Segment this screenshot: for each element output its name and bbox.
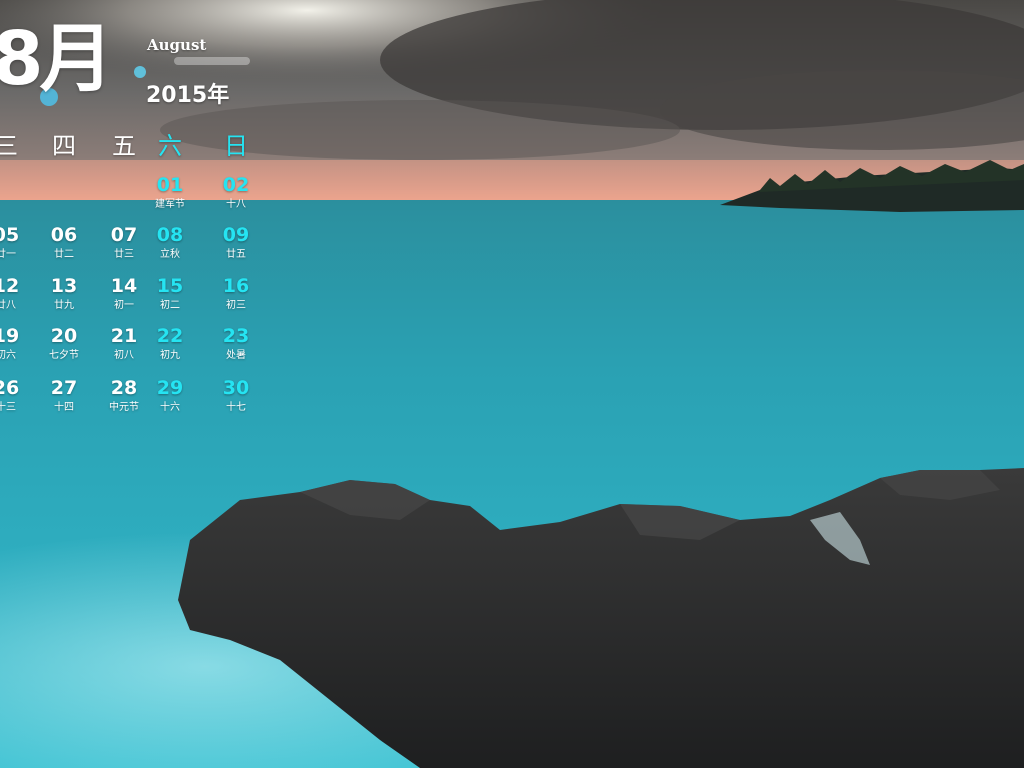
weekday-label: 三 bbox=[0, 132, 18, 160]
day-number: 29 bbox=[156, 377, 184, 399]
calendar-day: 19 初六 bbox=[0, 325, 34, 364]
calendar-day: 06 廿二 bbox=[36, 224, 92, 263]
day-number: 13 bbox=[50, 275, 78, 297]
lunar-date: 初九 bbox=[160, 350, 180, 361]
calendar-day: 29 十六 bbox=[142, 377, 198, 416]
day-number: 22 bbox=[156, 325, 184, 347]
lunar-date: 初六 bbox=[0, 350, 16, 361]
calendar-day: 02 十八 bbox=[208, 174, 264, 213]
calendar-day: 05 廿一 bbox=[0, 224, 34, 263]
calendar-day: 23 处暑 bbox=[208, 325, 264, 364]
day-number: 09 bbox=[222, 224, 250, 246]
year-label: 2015年 bbox=[146, 83, 230, 108]
lunar-date: 处暑 bbox=[226, 350, 246, 361]
day-number: 15 bbox=[156, 275, 184, 297]
lunar-date: 十三 bbox=[0, 402, 16, 413]
lunar-date: 廿二 bbox=[54, 249, 74, 260]
day-number: 19 bbox=[0, 325, 20, 347]
day-number: 05 bbox=[0, 224, 20, 246]
day-number: 30 bbox=[222, 377, 250, 399]
lunar-date: 十四 bbox=[54, 402, 74, 413]
day-number: 20 bbox=[50, 325, 78, 347]
month-name: August bbox=[147, 36, 207, 54]
calendar-day: 27 十四 bbox=[36, 377, 92, 416]
day-number: 16 bbox=[222, 275, 250, 297]
day-number: 08 bbox=[156, 224, 184, 246]
lunar-date: 廿五 bbox=[226, 249, 246, 260]
lunar-date: 初三 bbox=[226, 300, 246, 311]
calendar-day: 08 立秋 bbox=[142, 224, 198, 263]
day-number: 01 bbox=[156, 174, 184, 196]
decorative-dot bbox=[134, 66, 146, 78]
calendar-day: 01 建军节 bbox=[142, 174, 198, 213]
day-number: 02 bbox=[222, 174, 250, 196]
calendar-day: 22 初九 bbox=[142, 325, 198, 364]
lunar-date: 初二 bbox=[160, 300, 180, 311]
weekday-label: 四 bbox=[52, 132, 76, 160]
lunar-date: 十八 bbox=[226, 199, 246, 210]
calendar-day: 26 十三 bbox=[0, 377, 34, 416]
calendar-day: 09 廿五 bbox=[208, 224, 264, 263]
day-number: 12 bbox=[0, 275, 20, 297]
day-number: 26 bbox=[0, 377, 20, 399]
lunar-date: 廿九 bbox=[54, 300, 74, 311]
lunar-date: 建军节 bbox=[155, 199, 185, 210]
lunar-date: 立秋 bbox=[160, 249, 180, 260]
calendar-day: 30 十七 bbox=[208, 377, 264, 416]
calendar-day: 13 廿九 bbox=[36, 275, 92, 314]
lunar-date: 廿一 bbox=[0, 249, 16, 260]
month-numeral: 8月 bbox=[0, 16, 113, 102]
lunar-date: 十七 bbox=[226, 402, 246, 413]
calendar-day: 12 廿八 bbox=[0, 275, 34, 314]
lunar-date: 十六 bbox=[160, 402, 180, 413]
lunar-date: 七夕节 bbox=[49, 350, 79, 361]
watermark-logo bbox=[174, 57, 250, 65]
day-number: 23 bbox=[222, 325, 250, 347]
day-number: 27 bbox=[50, 377, 78, 399]
weekday-label: 五 bbox=[112, 132, 136, 160]
lunar-date: 廿八 bbox=[0, 300, 16, 311]
weekday-label: 六 bbox=[158, 132, 182, 160]
calendar-day: 20 七夕节 bbox=[36, 325, 92, 364]
calendar-day: 15 初二 bbox=[142, 275, 198, 314]
calendar-day: 16 初三 bbox=[208, 275, 264, 314]
day-number: 06 bbox=[50, 224, 78, 246]
calendar-overlay: 8月 August 2015年 三四五六日 01建军节02十八05廿一06廿二0… bbox=[0, 0, 1024, 768]
weekday-label: 日 bbox=[224, 132, 248, 160]
